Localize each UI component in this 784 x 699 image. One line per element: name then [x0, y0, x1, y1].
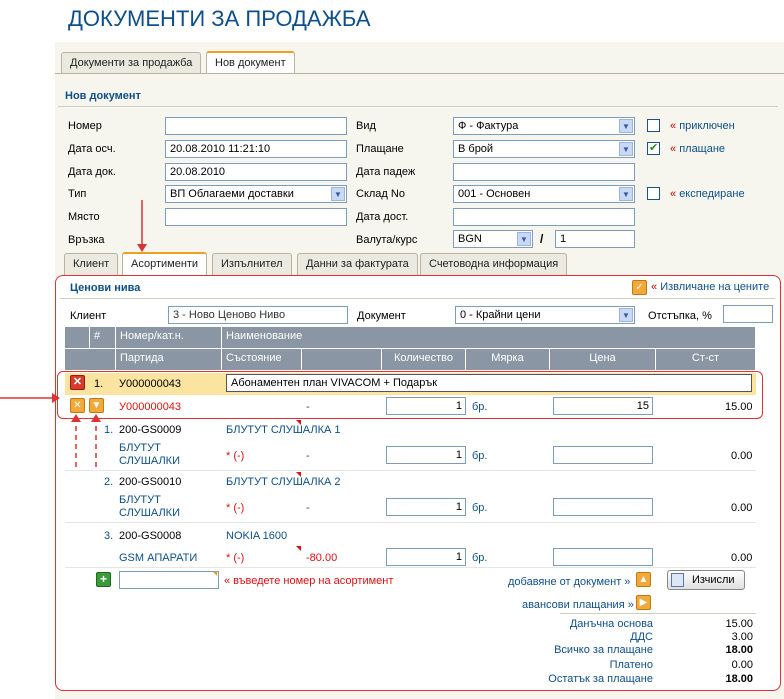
- annotation-arrows: [0, 200, 147, 467]
- arrow-head: [137, 244, 147, 252]
- arrow-head: [91, 414, 101, 422]
- arrow-head: [52, 393, 60, 403]
- arrow-head: [71, 414, 81, 422]
